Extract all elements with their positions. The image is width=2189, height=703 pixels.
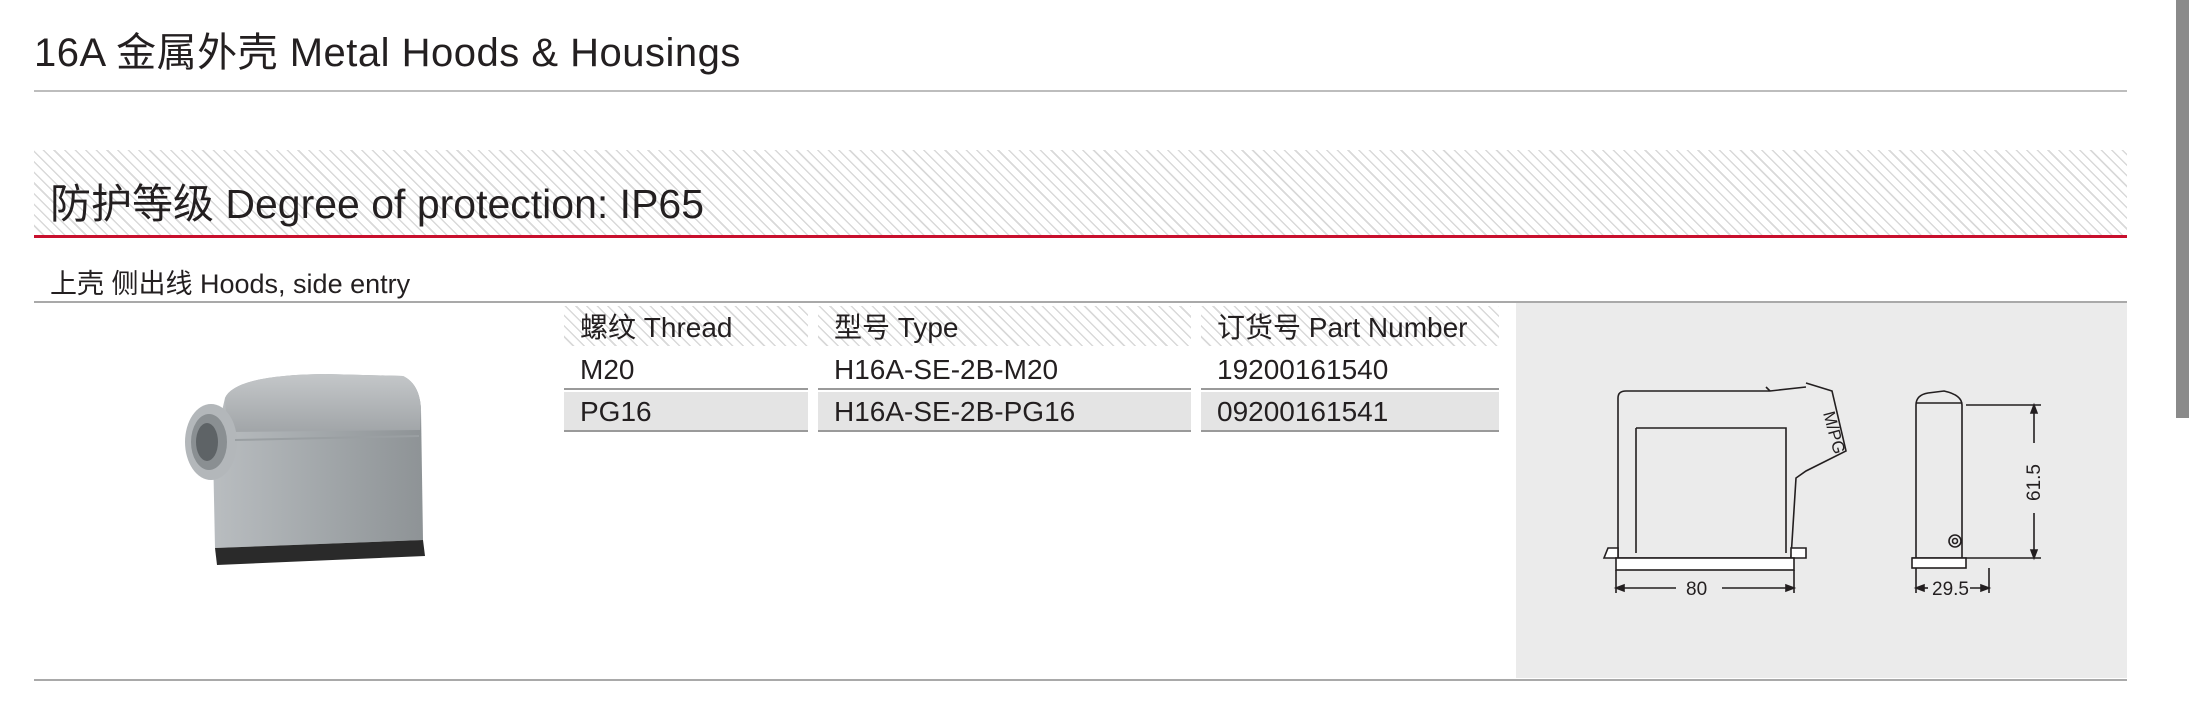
- dimension-height-61-5: 61.5: [2024, 464, 2045, 501]
- header-type: 型号 Type: [818, 306, 1191, 346]
- cell-type-row1: H16A-SE-2B-M20: [818, 350, 1191, 390]
- dimension-width-80: 80: [1686, 579, 1707, 600]
- bottom-divider: [34, 679, 2127, 681]
- protection-red-rule: [34, 235, 2127, 238]
- cell-thread-row1: M20: [564, 350, 808, 390]
- cell-type-row2: H16A-SE-2B-PG16: [818, 392, 1191, 432]
- section-subtitle: 上壳 侧出线 Hoods, side entry: [50, 269, 411, 299]
- header-thread: 螺纹 Thread: [564, 306, 808, 346]
- dimension-depth-29-5: 29.5: [1932, 579, 1969, 600]
- page-edge-tab: [2176, 0, 2189, 418]
- page-title: 16A 金属外壳 Metal Hoods & Housings: [34, 31, 741, 75]
- cell-thread-row2: PG16: [564, 392, 808, 432]
- technical-drawing: M/PG 80 29.5 61.5: [1602, 382, 2045, 600]
- header-part-number: 订货号 Part Number: [1201, 306, 1499, 346]
- cell-part-row2: 09200161541: [1201, 392, 1499, 432]
- product-photo: [185, 374, 425, 565]
- dimension-thread-label: M/PG: [1819, 409, 1849, 456]
- title-divider: [34, 90, 2127, 92]
- cell-part-row1: 19200161540: [1201, 350, 1499, 390]
- protection-heading: 防护等级 Degree of protection: IP65: [50, 181, 705, 227]
